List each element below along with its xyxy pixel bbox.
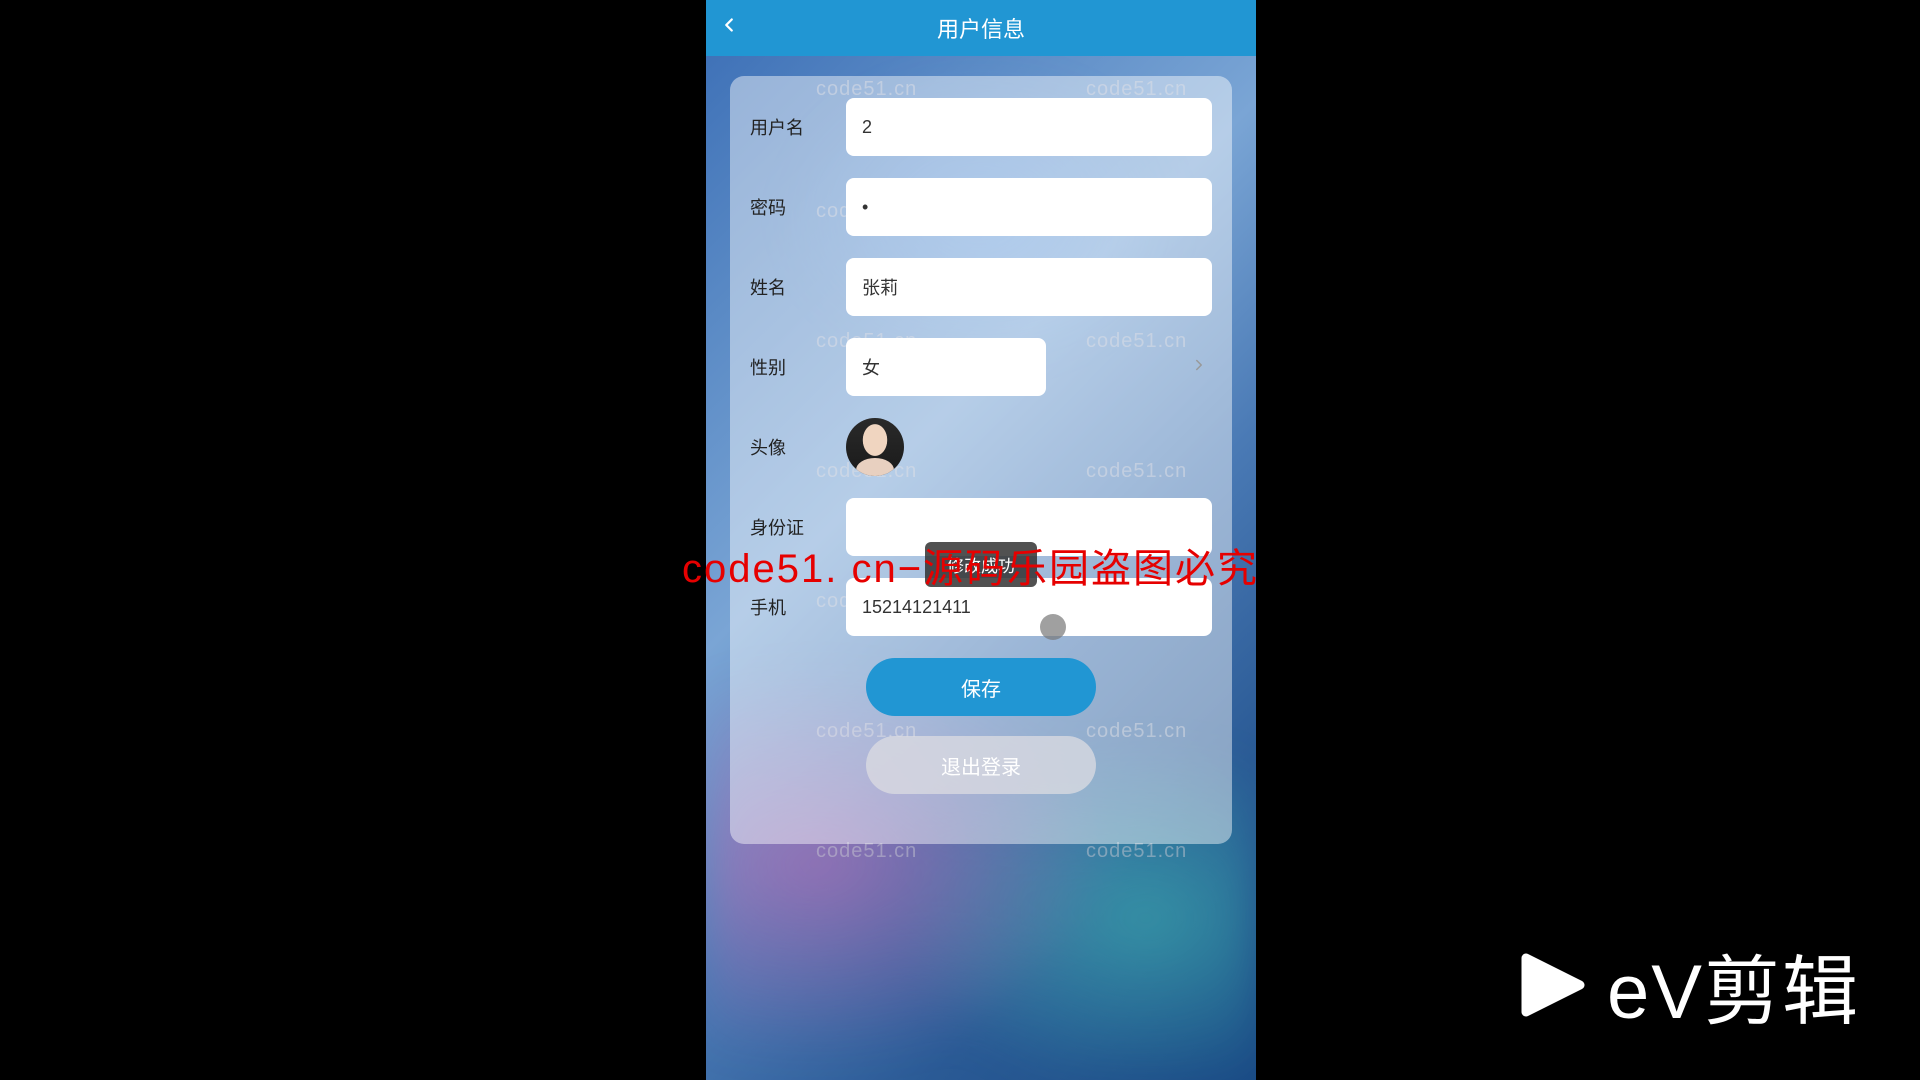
row-gender[interactable]: 性别 女 xyxy=(750,338,1212,396)
label-username: 用户名 xyxy=(750,114,846,140)
back-icon[interactable] xyxy=(718,14,740,42)
chevron-right-icon xyxy=(1190,356,1208,379)
row-username: 用户名 2 xyxy=(750,98,1212,156)
label-phone: 手机 xyxy=(750,594,846,620)
row-avatar[interactable]: 头像 xyxy=(750,418,1212,476)
logout-button[interactable]: 退出登录 xyxy=(866,736,1096,794)
label-avatar: 头像 xyxy=(750,434,846,460)
touch-indicator xyxy=(1040,614,1066,640)
anti-theft-watermark: code51. cn−源码乐园盗图必究 xyxy=(682,536,1259,594)
ev-editor-logo: eV剪辑 xyxy=(1517,930,1860,1040)
avatar[interactable] xyxy=(846,418,904,476)
input-username[interactable]: 2 xyxy=(846,98,1212,156)
user-info-card: 用户名 2 密码 • 姓名 张莉 性别 女 头像 身份证 手机 xyxy=(730,76,1232,844)
label-name: 姓名 xyxy=(750,274,846,300)
page-title: 用户信息 xyxy=(937,12,1025,44)
select-gender[interactable]: 女 xyxy=(846,338,1046,396)
input-name[interactable]: 张莉 xyxy=(846,258,1212,316)
save-button[interactable]: 保存 xyxy=(866,658,1096,716)
row-name: 姓名 张莉 xyxy=(750,258,1212,316)
label-gender: 性别 xyxy=(750,354,846,380)
input-password[interactable]: • xyxy=(846,178,1212,236)
label-password: 密码 xyxy=(750,194,846,220)
row-password: 密码 • xyxy=(750,178,1212,236)
play-icon xyxy=(1517,953,1589,1017)
title-bar: 用户信息 xyxy=(706,0,1256,56)
ev-brand-text: eV剪辑 xyxy=(1607,930,1860,1040)
